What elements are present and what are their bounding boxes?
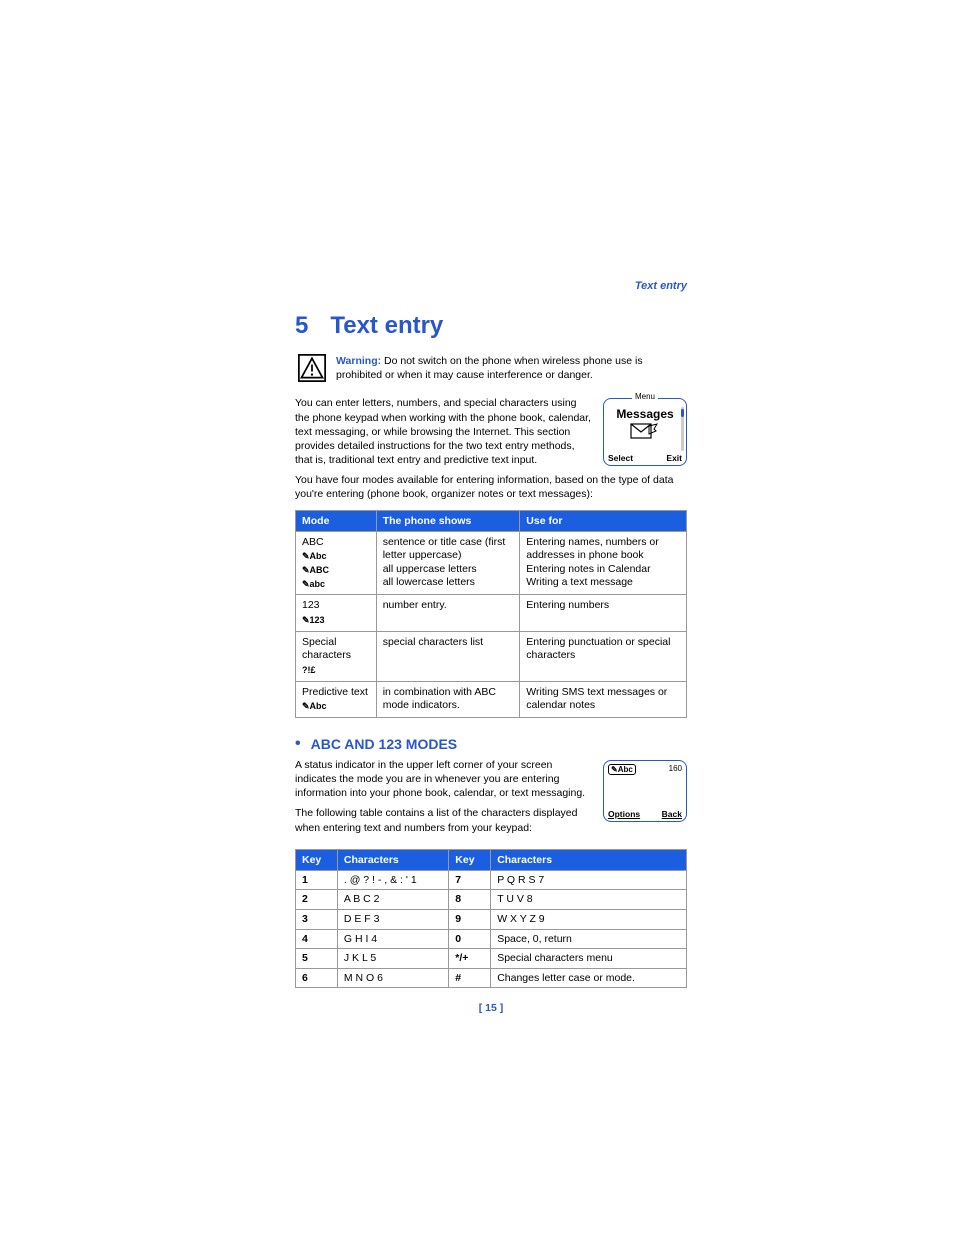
mode-indicator-icon: ✎Abc [302, 701, 370, 713]
table-row: 3D E F 39W X Y Z 9 [296, 909, 687, 929]
phone-screen-left-softkey: Options [608, 809, 640, 819]
table-row: 4G H I 40Space, 0, return [296, 929, 687, 949]
shows-cell: sentence or title case (first letter upp… [376, 531, 520, 595]
table-row: Predictive text✎Abcin combination with A… [296, 681, 687, 717]
mode-indicator-icon: ?!£ [302, 665, 370, 677]
characters-cell: Changes letter case or mode. [491, 968, 687, 988]
characters-cell: W X Y Z 9 [491, 909, 687, 929]
intro-with-figure: You can enter letters, numbers, and spec… [295, 396, 687, 473]
bullet-icon: • [295, 737, 301, 751]
table-row: 6M N O 6#Changes letter case or mode. [296, 968, 687, 988]
chapter-title: Text entry [330, 312, 443, 340]
characters-cell: . @ ? ! - , & : ' 1 [337, 870, 448, 890]
shows-cell: number entry. [376, 595, 520, 631]
phone-menu-left-softkey: Select [608, 453, 633, 463]
characters-cell: G H I 4 [337, 929, 448, 949]
envelope-icon [604, 423, 686, 443]
mode-indicator-icon: ✎Abc [302, 551, 370, 563]
modes-table: Mode The phone shows Use for ABC✎Abc✎ABC… [295, 510, 687, 718]
characters-cell: D E F 3 [337, 909, 448, 929]
mode-indicator-icon: ✎abc [302, 579, 370, 591]
keys-table: Key Characters Key Characters 1. @ ? ! -… [295, 849, 687, 989]
characters-cell: J K L 5 [337, 949, 448, 969]
phone-menu-right-softkey: Exit [666, 453, 682, 463]
intro-paragraph-2: You have four modes available for enteri… [295, 473, 687, 501]
characters-cell: M N O 6 [337, 968, 448, 988]
page-number: [ 15 ] [295, 1002, 687, 1014]
table-row: 1. @ ? ! - , & : ' 17P Q R S 7 [296, 870, 687, 890]
warning-body: Do not switch on the phone when wireless… [336, 355, 643, 381]
page-content: Text entry 5 Text entry Warning: Do not … [295, 280, 687, 1014]
warning-block: Warning: Do not switch on the phone when… [295, 354, 687, 382]
key-cell: */+ [449, 949, 491, 969]
characters-cell: A B C 2 [337, 890, 448, 910]
use-cell: Entering names, numbers or addresses in … [520, 531, 687, 595]
key-cell: 5 [296, 949, 338, 969]
keys-header-chars-2: Characters [491, 849, 687, 870]
warning-text: Warning: Do not switch on the phone when… [336, 354, 687, 382]
mode-cell: Special characters?!£ [296, 631, 377, 681]
shows-cell: special characters list [376, 631, 520, 681]
modes-header-shows: The phone shows [376, 510, 520, 531]
modes-header-mode: Mode [296, 510, 377, 531]
keys-header-key-2: Key [449, 849, 491, 870]
key-cell: 7 [449, 870, 491, 890]
characters-cell: P Q R S 7 [491, 870, 687, 890]
shows-cell: in combination with ABC mode indicators. [376, 681, 520, 717]
use-cell: Writing SMS text messages or calendar no… [520, 681, 687, 717]
warning-label: Warning: [336, 355, 381, 367]
phone-menu-title: Messages [604, 407, 686, 421]
table-row: 123✎123number entry.Entering numbers [296, 595, 687, 631]
characters-cell: T U V 8 [491, 890, 687, 910]
phone-screen-mode-indicator: ✎Abc [608, 764, 636, 775]
section2-with-figure: A status indicator in the upper left cor… [295, 758, 687, 841]
key-cell: 9 [449, 909, 491, 929]
characters-cell: Special characters menu [491, 949, 687, 969]
warning-icon [298, 354, 326, 382]
key-cell: 3 [296, 909, 338, 929]
phone-screen-figure: ✎Abc 160 Options Back [603, 760, 687, 822]
mode-indicator-icon: ✎ABC [302, 565, 370, 577]
section2-paragraph-2: The following table contains a list of t… [295, 806, 593, 834]
mode-cell: ABC✎Abc✎ABC✎abc [296, 531, 377, 595]
key-cell: 1 [296, 870, 338, 890]
use-cell: Entering numbers [520, 595, 687, 631]
use-cell: Entering punctuation or special characte… [520, 631, 687, 681]
mode-cell: Predictive text✎Abc [296, 681, 377, 717]
keys-header-key-1: Key [296, 849, 338, 870]
characters-cell: Space, 0, return [491, 929, 687, 949]
intro-paragraph-1: You can enter letters, numbers, and spec… [295, 396, 593, 467]
phone-menu-top-label: Menu [632, 392, 658, 401]
phone-menu-figure: Menu Messages Select Exit [603, 398, 687, 466]
table-row: Special characters?!£special characters … [296, 631, 687, 681]
modes-header-use: Use for [520, 510, 687, 531]
table-row: 5J K L 5*/+Special characters menu [296, 949, 687, 969]
section-abc-123-modes: • ABC AND 123 MODES [295, 736, 687, 752]
chapter-heading: 5 Text entry [295, 312, 687, 340]
key-cell: # [449, 968, 491, 988]
section-title: ABC AND 123 MODES [311, 736, 458, 752]
section2-paragraph-1: A status indicator in the upper left cor… [295, 758, 593, 801]
mode-cell: 123✎123 [296, 595, 377, 631]
mode-indicator-icon: ✎123 [302, 615, 370, 627]
running-header: Text entry [295, 280, 687, 292]
table-row: ABC✎Abc✎ABC✎abcsentence or title case (f… [296, 531, 687, 595]
key-cell: 4 [296, 929, 338, 949]
key-cell: 0 [449, 929, 491, 949]
chapter-number: 5 [295, 312, 308, 340]
key-cell: 2 [296, 890, 338, 910]
key-cell: 8 [449, 890, 491, 910]
table-row: 2A B C 28T U V 8 [296, 890, 687, 910]
key-cell: 6 [296, 968, 338, 988]
phone-screen-char-count: 160 [669, 764, 682, 773]
phone-screen-right-softkey: Back [662, 809, 682, 819]
keys-header-chars-1: Characters [337, 849, 448, 870]
